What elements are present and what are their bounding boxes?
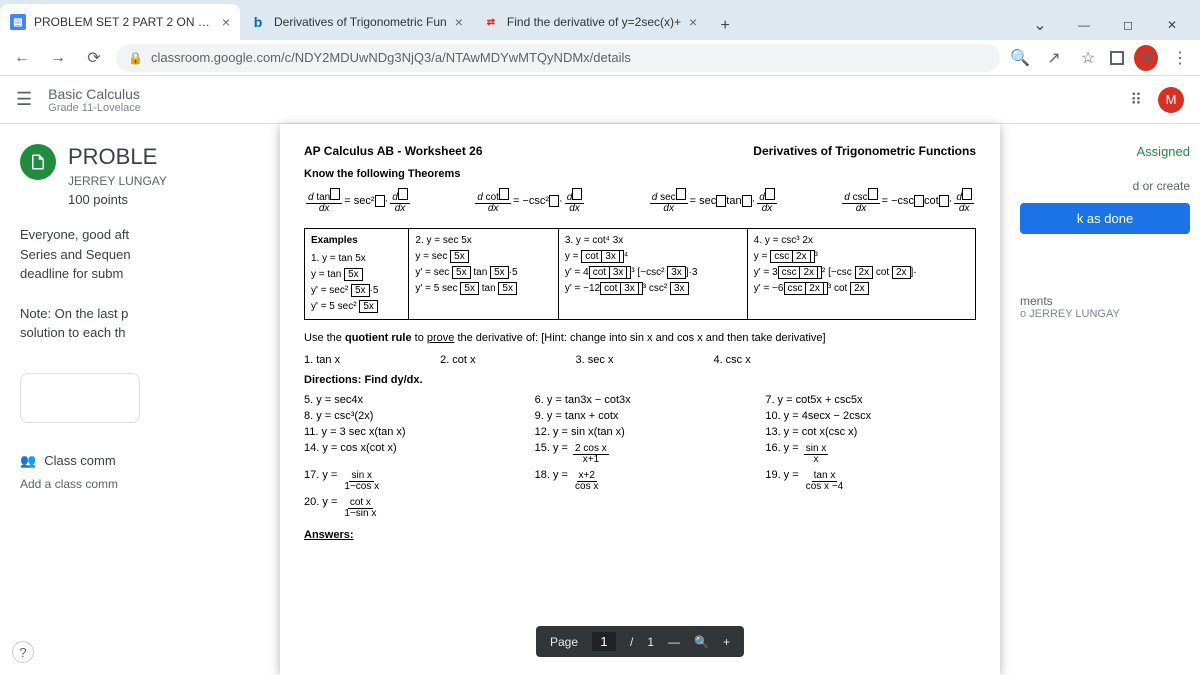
worksheet-title-right: Derivatives of Trigonometric Functions [753, 144, 976, 158]
close-icon[interactable]: × [689, 14, 697, 30]
new-tab-button[interactable]: + [711, 12, 739, 40]
star-icon[interactable]: ☆ [1076, 48, 1100, 68]
minimize-button[interactable]: — [1064, 10, 1104, 40]
quotient-problems: 1. tan x 2. cot x 3. sec x 4. csc x [304, 354, 976, 366]
assignment-description: Everyone, good aft Series and Sequen dea… [20, 225, 280, 284]
back-button[interactable]: ← [8, 44, 36, 72]
search-icon[interactable]: 🔍 [1008, 48, 1032, 68]
worksheet-page: AP Calculus AB - Worksheet 26 Derivative… [280, 124, 1000, 561]
zoom-icon[interactable]: 🔍 [694, 635, 709, 649]
class-info[interactable]: Basic Calculus Grade 11-Lovelace [48, 86, 141, 114]
window-controls: ⌄ — ◻ ✕ [1020, 10, 1200, 40]
add-create-partial[interactable]: d or create [1020, 179, 1190, 193]
assignment-title: PROBLE [68, 144, 167, 170]
menu-icon[interactable]: ⋮ [1168, 48, 1192, 68]
class-title: Basic Calculus [48, 86, 141, 102]
theorem-row: d tandx = sec²·ddx d cotdx = −csc²·ddx d… [304, 188, 976, 214]
private-comment-to[interactable]: o JERREY LUNGAY [1020, 308, 1190, 320]
tab-label: Find the derivative of y=2sec(x)+ [507, 15, 681, 29]
close-icon[interactable]: × [455, 14, 463, 30]
browser-tab-strip: ▤ PROBLEM SET 2 PART 2 ON DER × b Deriva… [0, 0, 1200, 40]
class-section: Grade 11-Lovelace [48, 102, 141, 114]
directions-heading: Directions: Find dy/dx. [304, 374, 976, 386]
address-bar: ← → ⟳ 🔒 classroom.google.com/c/NDY2MDUwN… [0, 40, 1200, 76]
worksheet-title-left: AP Calculus AB - Worksheet 26 [304, 144, 483, 158]
theorems-heading: Know the following Theorems [304, 168, 976, 180]
your-work-panel: Assigned d or create k as done ments o J… [1020, 144, 1190, 320]
tab-label: Derivatives of Trigonometric Fun [274, 15, 447, 29]
share-icon[interactable]: ↗ [1042, 48, 1066, 68]
symbolab-icon: ⇄ [483, 14, 499, 30]
answers-heading: Answers: [304, 529, 976, 541]
url-input[interactable]: 🔒 classroom.google.com/c/NDY2MDUwNDg3NjQ… [116, 44, 1000, 72]
url-text: classroom.google.com/c/NDY2MDUwNDg3NjQ3/… [151, 50, 631, 65]
assignment-author: JERREY LUNGAY [68, 174, 167, 188]
close-icon[interactable]: × [222, 14, 230, 30]
toolbar-icons: 🔍 ↗ ☆ M ⋮ [1008, 45, 1192, 71]
account-avatar[interactable]: M [1158, 87, 1184, 113]
bartleby-icon: b [250, 14, 266, 30]
assignment-panel: PROBLE JERREY LUNGAY 100 points Everyone… [0, 124, 280, 675]
tab-2[interactable]: b Derivatives of Trigonometric Fun × [240, 4, 473, 40]
examples-table: Examples 1. y = tan 5x y = tan 5x y' = s… [304, 228, 976, 320]
maximize-button[interactable]: ◻ [1108, 10, 1148, 40]
help-button[interactable]: ? [12, 641, 34, 663]
classroom-header: ☰ Basic Calculus Grade 11-Lovelace ⠿ M [0, 76, 1200, 124]
page-total: 1 [647, 635, 654, 649]
lock-icon: 🔒 [128, 51, 143, 65]
tab-label: PROBLEM SET 2 PART 2 ON DER [34, 15, 214, 29]
zoom-in-button[interactable]: + [723, 635, 730, 649]
chevron-down-icon[interactable]: ⌄ [1020, 10, 1060, 40]
page-label: Page [550, 635, 578, 649]
status-assigned: Assigned [1020, 144, 1190, 159]
private-comments-label: ments [1020, 294, 1190, 308]
tab-3[interactable]: ⇄ Find the derivative of y=2sec(x)+ × [473, 4, 707, 40]
reading-list-icon[interactable] [1110, 51, 1124, 65]
pdf-viewer: AP Calculus AB - Worksheet 26 Derivative… [280, 124, 1000, 675]
quotient-instruction: Use the quotient rule to prove the deriv… [304, 332, 976, 344]
tab-1[interactable]: ▤ PROBLEM SET 2 PART 2 ON DER × [0, 4, 240, 40]
forward-button[interactable]: → [44, 44, 72, 72]
hamburger-icon[interactable]: ☰ [16, 89, 32, 110]
classroom-icon: ▤ [10, 14, 26, 30]
pdf-toolbar: Page / 1 — 🔍 + [536, 626, 744, 657]
apps-grid-icon[interactable]: ⠿ [1130, 90, 1142, 110]
mark-done-button[interactable]: k as done [1020, 203, 1190, 234]
assignment-points: 100 points [68, 192, 167, 207]
attachment-thumbnail[interactable] [20, 373, 140, 423]
close-window-button[interactable]: ✕ [1152, 10, 1192, 40]
zoom-out-button[interactable]: — [668, 635, 680, 649]
add-comment-link[interactable]: Add a class comm [20, 477, 280, 491]
profile-avatar[interactable]: M [1134, 45, 1158, 71]
page-separator: / [630, 635, 633, 649]
assignment-icon [20, 144, 56, 180]
page-input[interactable] [592, 632, 616, 651]
assignment-note: Note: On the last p solution to each th [20, 304, 280, 343]
people-icon: 👥 [20, 453, 36, 469]
problem-grid: 5. y = sec4x 6. y = tan3x − cot3x 7. y =… [304, 394, 976, 519]
reload-button[interactable]: ⟳ [80, 44, 108, 72]
class-comments-header: 👥 Class comm [20, 453, 280, 469]
